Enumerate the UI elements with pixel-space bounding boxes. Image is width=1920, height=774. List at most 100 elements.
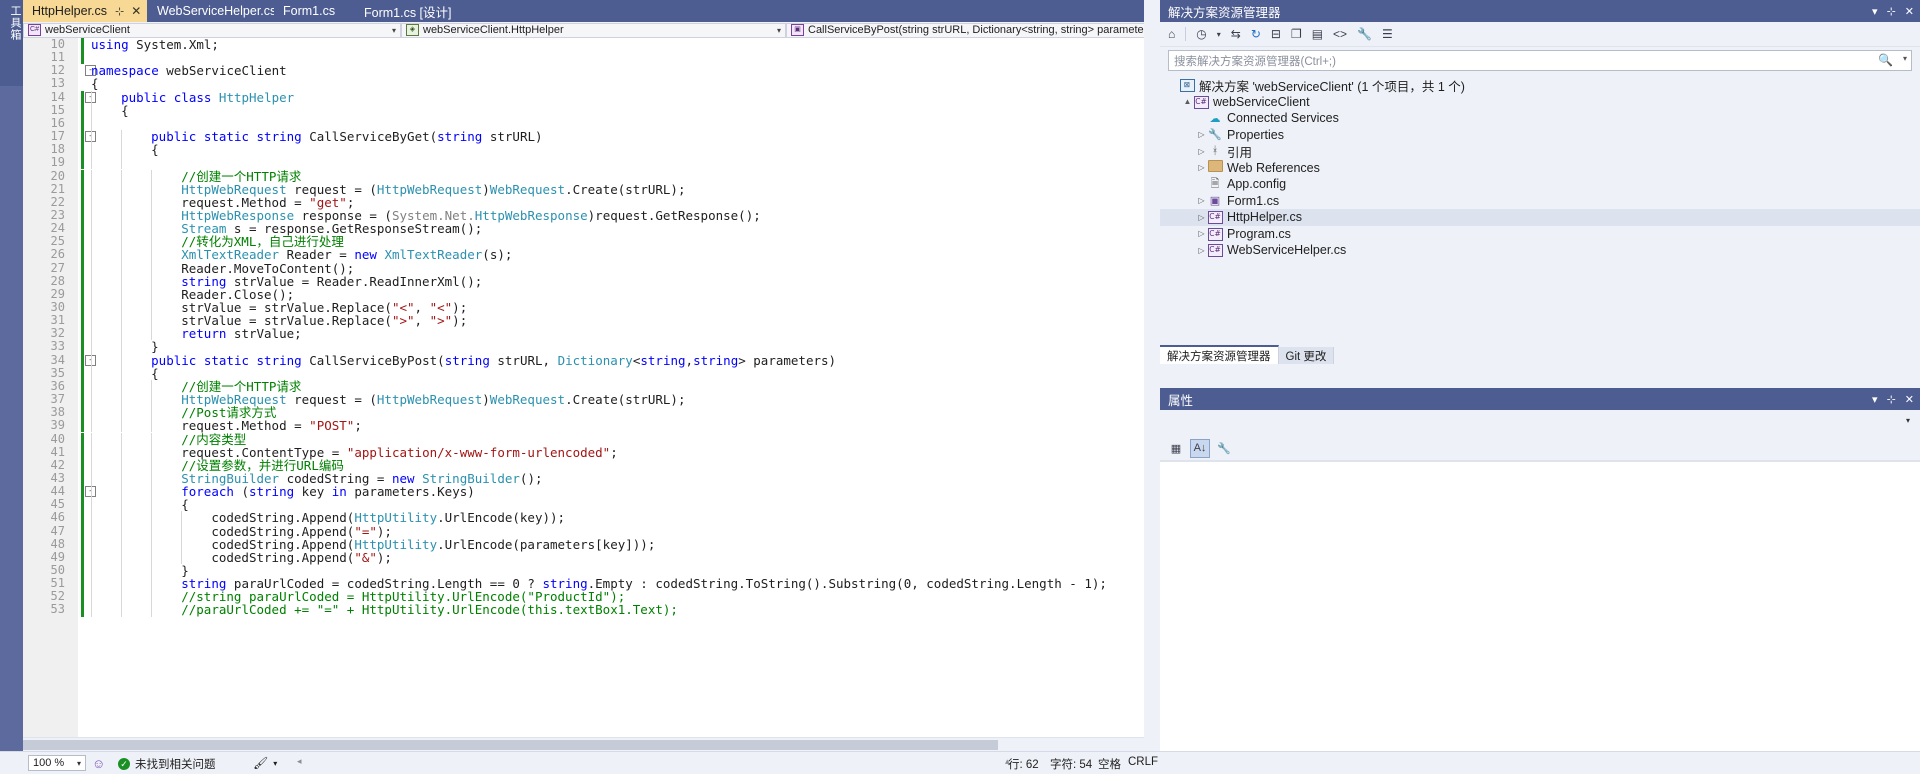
chevron-down-icon[interactable]: ▾ [392,26,396,35]
solution-tree-item[interactable]: 🗎 App.config [1160,176,1920,193]
indent-guide [121,445,123,459]
pin-icon[interactable]: ⊹ [1887,393,1896,406]
hscrollbar-thumb[interactable] [23,740,998,750]
zoom-level-selector[interactable]: 100 % ▾ [28,755,86,771]
chevron-down-icon[interactable]: ▾ [1903,54,1907,63]
issues-status[interactable]: ✓ 未找到相关问题 [118,756,216,772]
search-input-placeholder: 搜索解决方案资源管理器(Ctrl+;) [1174,55,1336,68]
show-all-files-icon[interactable]: ❐ [1291,27,1302,41]
indent-guide [121,143,123,157]
code-line-text: { [121,104,129,117]
expander-icon[interactable]: ▷ [1196,196,1207,205]
type-dropdown[interactable]: ◈ webServiceClient.HttpHelper ▾ [401,22,786,38]
expander-icon[interactable]: ▷ [1196,246,1207,255]
solution-tree-item[interactable]: ▷ Web References [1160,160,1920,177]
wrench-icon[interactable]: 🔧 [1357,27,1372,41]
collapse-all-icon[interactable]: ⊟ [1271,27,1281,41]
solution-tree-item[interactable]: ▷ ᚼ 引用 [1160,143,1920,160]
line-number: 34 [50,352,65,367]
change-bar [81,261,84,275]
chevron-down-icon[interactable]: ▾ [1217,30,1221,39]
vertical-splitter[interactable] [1144,0,1160,752]
expander-icon[interactable]: ▷ [1196,213,1207,222]
chevron-down-icon[interactable]: ▾ [1906,416,1910,425]
indent-guide [121,537,123,551]
footer-tab-solution-explorer[interactable]: 解决方案资源管理器 [1160,345,1279,364]
indent-guide [91,130,92,144]
chevron-down-icon[interactable]: ▾ [777,26,781,35]
expander-icon[interactable]: ▷ [1196,130,1207,139]
tab-form1-design[interactable]: Form1.cs [设计] [355,0,460,22]
close-icon[interactable]: ✕ [131,4,141,18]
solution-tree[interactable]: ⊠ 解决方案 'webServiceClient' (1 个项目，共 1 个) ▲ C… [1160,74,1920,259]
toolbox-strip[interactable]: 工具箱 [0,0,23,774]
search-icon[interactable]: 🔍 [1878,53,1893,67]
chevron-down-icon[interactable]: ▾ [1872,5,1878,18]
code-token: string [640,352,686,368]
solution-tree-item[interactable]: ☁ Connected Services [1160,110,1920,127]
wrench-icon: 🔧 [1208,129,1222,142]
properties-grid[interactable] [1160,461,1920,762]
code-line-text: foreach (string key in parameters.Keys) [181,485,475,498]
expander-icon[interactable]: ▷ [1196,147,1207,156]
expander-icon[interactable]: ▷ [1196,229,1207,238]
code-token: namespace [91,63,167,79]
chevron-down-icon[interactable]: ▾ [273,759,277,768]
solution-tree-item-label: webServiceClient [1213,94,1310,109]
spaces-indicator[interactable]: 空格 [1098,756,1121,772]
history-icon[interactable]: ◷ [1196,27,1206,41]
alphabetical-icon[interactable]: A↓ [1190,438,1210,458]
expander-icon[interactable]: ▷ [1196,163,1207,172]
code-token: .UrlEncode(key)); [437,510,566,526]
refresh-icon[interactable]: ↻ [1251,27,1261,41]
categorized-icon[interactable]: ▦ [1166,439,1186,458]
close-icon[interactable]: ✕ [1905,393,1914,406]
change-bar [81,524,84,538]
pin-icon[interactable]: ⊹ [1887,5,1896,18]
solution-tree-item[interactable]: ▷ C# Program.cs [1160,226,1920,243]
solution-tree-item[interactable]: ▲ C# webServiceClient [1160,94,1920,111]
indent-guide [151,471,153,486]
code-cleanup-control[interactable]: 🖌 ▾ [253,756,277,770]
feedback-icon[interactable]: ☺ [92,756,105,771]
tab-webservicehelper[interactable]: WebServiceHelper.cs [148,0,276,22]
indent-guide [121,301,123,315]
solution-search-box[interactable]: 搜索解决方案资源管理器(Ctrl+;) 🔍 ▾ [1168,50,1912,71]
tab-form1[interactable]: Form1.cs [274,0,354,22]
chevron-down-icon[interactable]: ▾ [1872,393,1878,406]
code-line-text: return strValue; [181,327,301,340]
indent-guide [151,445,153,459]
footer-tab-git-changes[interactable]: Git 更改 [1278,347,1335,364]
properties-icon[interactable]: ▤ [1312,27,1323,41]
sync-icon[interactable]: ⇆ [1231,27,1241,41]
home-icon[interactable]: ⌂ [1168,27,1175,41]
nav-back-icon[interactable]: ◂ [297,756,302,767]
indent-guide [91,287,92,301]
solution-tree-item[interactable]: ▷ 🔧 Properties [1160,127,1920,144]
properties-icon[interactable]: 🔧 [1214,439,1234,458]
indent-guide [151,195,153,209]
solution-tree-item[interactable]: ⊠ 解决方案 'webServiceClient' (1 个项目，共 1 个) [1160,77,1920,94]
pin-icon[interactable]: ⊹ [115,5,124,18]
solution-tree-item[interactable]: ▷ C# HttpHelper.cs [1160,209,1920,226]
indent-guide [151,182,153,196]
code-token: XmlTextReader [384,247,483,263]
solution-tree-item[interactable]: ▷ ▣ Form1.cs [1160,193,1920,210]
filter-icon[interactable]: ☰ [1382,27,1393,41]
line-ending-indicator[interactable]: CRLF [1128,756,1158,768]
expander-icon[interactable]: ▲ [1182,97,1193,106]
properties-object-combo[interactable]: ▾ [1166,414,1914,432]
close-icon[interactable]: ✕ [1905,5,1914,18]
column-label: 字符: 54 [1050,759,1093,771]
line-number: 20 [50,168,65,183]
horizontal-splitter[interactable] [1160,364,1920,388]
indent-guide [91,590,92,604]
project-dropdown[interactable]: C# webServiceClient ▾ [23,22,401,38]
code-view-icon[interactable]: <> [1333,27,1347,41]
indent-guide [91,195,92,209]
indent-guide [151,498,153,512]
tab-httphelper[interactable]: HttpHelper.cs ⊹ ✕ [23,0,147,22]
solution-tree-item[interactable]: ▷ C# WebServiceHelper.cs [1160,242,1920,259]
chevron-down-icon[interactable]: ▾ [77,756,81,771]
code-line-text: namespace webServiceClient [91,64,287,77]
